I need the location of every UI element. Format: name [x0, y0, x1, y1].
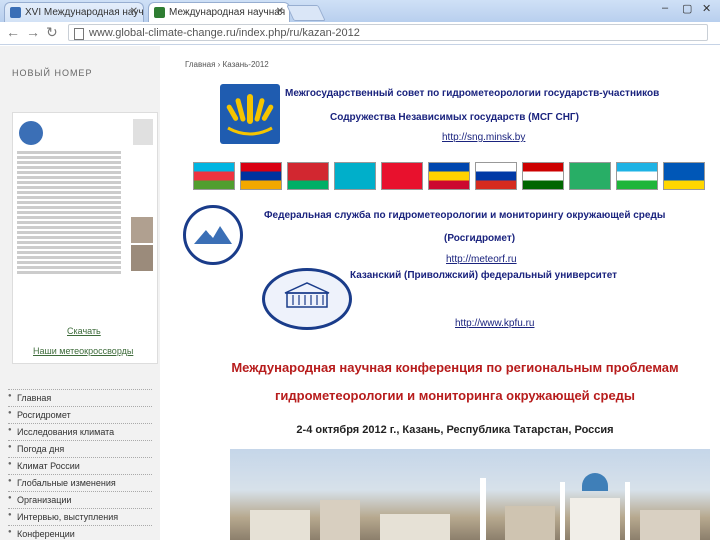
- tab-close-icon[interactable]: ✕: [130, 6, 138, 17]
- maximize-button[interactable]: ▢: [682, 2, 692, 15]
- breadcrumb: Главная › Казань-2012: [185, 60, 269, 69]
- tab-2[interactable]: Международная научная ✕: [148, 2, 290, 22]
- cis-link[interactable]: http://sng.minsk.by: [442, 132, 525, 143]
- photo-building: [320, 500, 360, 540]
- flag-russia-icon: [475, 162, 517, 190]
- download-link[interactable]: Скачать: [67, 326, 101, 336]
- kfu-link[interactable]: http://www.kpfu.ru: [455, 318, 534, 329]
- flag-kyrgyzstan-icon: [381, 162, 423, 190]
- cis-title-1: Межгосударственный совет по гидрометеоро…: [285, 88, 660, 99]
- forward-icon[interactable]: →: [26, 24, 40, 40]
- tab-strip: XVI Международная научная ✕ Международна…: [0, 0, 720, 22]
- tab-1[interactable]: XVI Международная научная ✕: [4, 2, 144, 22]
- sidebar-menu: Главная Росгидромет Исследования климата…: [8, 389, 152, 542]
- menu-item-global-change[interactable]: Глобальные изменения: [8, 474, 152, 491]
- menu-item-climate-russia[interactable]: Климат России: [8, 457, 152, 474]
- minimize-button[interactable]: –: [662, 2, 668, 14]
- tab-favicon-icon: [10, 7, 21, 18]
- photo-building: [505, 506, 555, 540]
- ros-title-2: (Росгидромет): [444, 233, 516, 244]
- photo-tower: [480, 478, 486, 540]
- close-window-button[interactable]: ✕: [702, 2, 711, 15]
- cover-logo-icon: [19, 121, 43, 145]
- conference-date: 2-4 октября 2012 г., Казань, Республика …: [296, 424, 614, 436]
- menu-item-interviews[interactable]: Интервью, выступления: [8, 508, 152, 525]
- conference-title-1: Международная научная конференция по рег…: [231, 360, 679, 375]
- flag-moldova-icon: [428, 162, 470, 190]
- address-bar[interactable]: www.global-climate-change.ru/index.php/r…: [68, 24, 708, 41]
- cis-logo-icon: [220, 84, 280, 144]
- tab-2-title: Международная научная: [169, 7, 286, 18]
- cover-text-lines: [13, 149, 125, 276]
- photo-building: [380, 514, 450, 540]
- menu-item-roshydromet[interactable]: Росгидромет: [8, 406, 152, 423]
- kfu-logo-icon: [262, 268, 352, 330]
- menu-item-organizations[interactable]: Организации: [8, 491, 152, 508]
- menu-item-weather[interactable]: Погода дня: [8, 440, 152, 457]
- kfu-title: Казанский (Приволжский) федеральный унив…: [350, 270, 618, 281]
- kazan-panorama-image: [230, 449, 710, 540]
- tab-1-title: XVI Международная научная: [25, 7, 144, 18]
- photo-minaret: [560, 482, 565, 540]
- crossword-link[interactable]: Наши метеокроссворды: [33, 346, 133, 356]
- cis-title-2: Содружества Независимых государств (МСГ …: [330, 112, 579, 123]
- flag-ukraine-icon: [663, 162, 705, 190]
- sidebar-heading: НОВЫЙ НОМЕР: [12, 68, 93, 78]
- flag-belarus-icon: [287, 162, 329, 190]
- back-icon[interactable]: ←: [6, 24, 20, 40]
- ros-link[interactable]: http://meteorf.ru: [446, 254, 517, 265]
- new-tab-button[interactable]: [286, 5, 326, 21]
- flag-uzbekistan-icon: [616, 162, 658, 190]
- flag-turkmenistan-icon: [569, 162, 611, 190]
- flag-kazakhstan-icon: [334, 162, 376, 190]
- reload-icon[interactable]: ↻: [46, 24, 58, 41]
- page-icon: [74, 28, 84, 40]
- menu-item-climate-research[interactable]: Исследования климата: [8, 423, 152, 440]
- tab-close-icon[interactable]: ✕: [276, 6, 284, 17]
- tab-favicon-icon: [154, 7, 165, 18]
- menu-item-conferences[interactable]: Конференции: [8, 525, 152, 542]
- photo-minaret: [625, 482, 630, 540]
- flag-armenia-icon: [240, 162, 282, 190]
- ros-title-1: Федеральная служба по гидрометеорологии …: [264, 210, 666, 221]
- photo-dome: [582, 473, 608, 491]
- cover-portrait-1: [131, 217, 153, 243]
- flag-azerbaijan-icon: [193, 162, 235, 190]
- cover-issue-box: [133, 119, 153, 145]
- toolbar: ← → ↻ www.global-climate-change.ru/index…: [0, 22, 720, 45]
- photo-building: [640, 510, 700, 540]
- url-text: www.global-climate-change.ru/index.php/r…: [89, 27, 360, 39]
- photo-mosque: [570, 498, 620, 540]
- menu-item-home[interactable]: Главная: [8, 389, 152, 406]
- photo-building: [250, 510, 310, 540]
- conference-title-2: гидрометеорологии и мониторинга окружающ…: [274, 388, 636, 403]
- cover-portrait-2: [131, 245, 153, 271]
- roshydromet-logo-icon: [183, 205, 243, 265]
- flag-tajikistan-icon: [522, 162, 564, 190]
- sidebar: НОВЫЙ НОМЕР Скачать Наши метеокроссворды…: [0, 46, 160, 540]
